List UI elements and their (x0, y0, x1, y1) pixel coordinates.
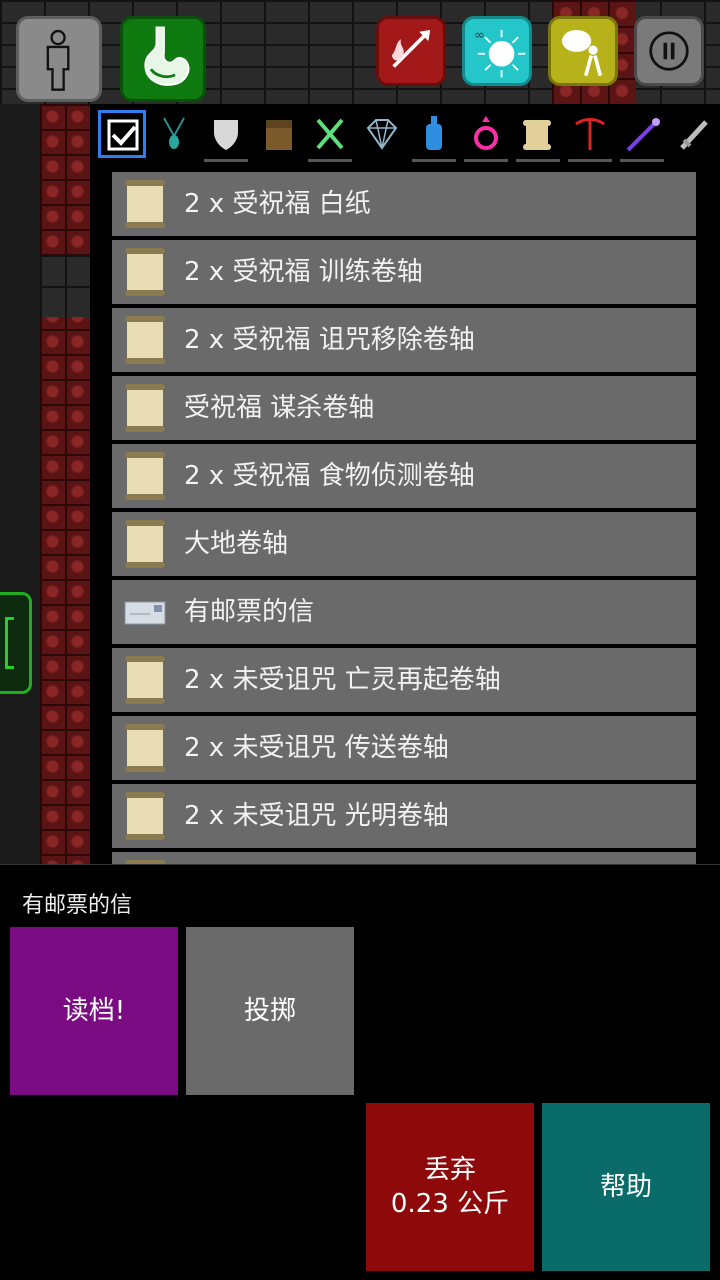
scroll-icon (125, 724, 165, 772)
side-drawer-handle[interactable] (0, 592, 32, 694)
tab-weapons[interactable] (670, 110, 718, 162)
list-item[interactable]: 受祝福 谋杀卷轴 (112, 376, 696, 440)
drop-label: 丢弃 (423, 1155, 476, 1185)
potion-icon (426, 116, 442, 150)
scroll-icon (125, 520, 165, 568)
item-label: 2 x 受祝福 诅咒移除卷轴 (184, 325, 475, 355)
letter-icon (124, 601, 166, 625)
wand-icon (626, 118, 660, 152)
tab-gems[interactable] (358, 110, 406, 162)
selected-item-title: 有邮票的信 (22, 893, 133, 918)
scroll-icon (125, 792, 165, 840)
pickaxe-icon (575, 118, 605, 150)
stomach-icon (144, 26, 190, 86)
list-item[interactable]: 2 x 受祝福 食物侦测卷轴 (112, 444, 696, 508)
tab-rings[interactable] (462, 110, 510, 162)
magic-burst-icon: ∞ (474, 28, 526, 78)
list-item[interactable]: 2 x 受祝福 训练卷轴 (112, 240, 696, 304)
tab-underline (308, 159, 352, 162)
throw-label: 投掷 (243, 996, 296, 1026)
item-label: 2 x 受祝福 训练卷轴 (184, 257, 423, 287)
list-item[interactable]: 2 x 未受诅咒 光明卷轴 (112, 784, 696, 848)
read-button[interactable]: 读档! (10, 927, 178, 1095)
filter-tabs (98, 110, 718, 166)
stone-wall (40, 255, 90, 317)
tab-underline (464, 159, 508, 162)
item-label: 2 x 受祝福 食物侦测卷轴 (184, 461, 475, 491)
tab-underline (204, 159, 248, 162)
tab-scrolls[interactable] (514, 110, 562, 162)
help-label: 帮助 (599, 1172, 652, 1202)
loot-sack-icon (561, 29, 603, 77)
item-label: 2 x 未受诅咒 传送卷轴 (184, 733, 449, 763)
item-label: 受祝福 谋杀卷轴 (184, 393, 375, 423)
list-item[interactable]: 大地卷轴 (112, 512, 696, 576)
item-label: 2 x 受祝福 白纸 (184, 189, 371, 219)
help-button[interactable]: 帮助 (542, 1103, 710, 1271)
scroll-icon (125, 452, 165, 500)
scroll-icon (125, 180, 165, 228)
gem-icon (366, 119, 398, 150)
item-action-panel: 有邮票的信 读档! 投掷 丢弃 0.23 公斤 帮助 (0, 864, 720, 1280)
read-label: 读档! (62, 996, 126, 1026)
character-button[interactable] (16, 16, 102, 102)
drop-weight: 0.23 公斤 (390, 1189, 510, 1219)
scroll-icon (125, 248, 165, 296)
tab-underline (516, 159, 560, 162)
item-label: 2 x 未受诅咒 亡灵再起卷轴 (184, 665, 501, 695)
fire-arrow-icon (391, 29, 431, 68)
scroll-icon (125, 384, 165, 432)
inventory-panel: 2 x 受祝福 白纸 2 x 受祝福 训练卷轴 2 x 受祝福 诅咒移除卷轴 受… (90, 104, 720, 864)
tab-all[interactable] (98, 110, 146, 158)
throw-button[interactable]: 投掷 (186, 927, 354, 1095)
ring-icon (474, 116, 498, 150)
scroll-icon (523, 120, 551, 150)
list-item[interactable]: 2 x 未受诅咒 传送卷轴 (112, 716, 696, 780)
brick-wall (40, 104, 90, 870)
item-label: 2 x 未受诅咒 光明卷轴 (184, 801, 449, 831)
tab-amulets[interactable] (150, 110, 198, 162)
food-button[interactable] (120, 16, 206, 102)
scroll-icon (125, 656, 165, 704)
character-silhouette-icon (46, 29, 70, 91)
fork-knife-icon (316, 118, 344, 150)
combat-button[interactable] (376, 16, 446, 86)
dark-floor (0, 104, 40, 870)
pause-button[interactable] (634, 16, 704, 86)
tab-wands[interactable] (618, 110, 666, 162)
magic-button[interactable]: ∞ (462, 16, 532, 86)
loot-button[interactable] (548, 16, 618, 86)
svg-text:∞: ∞ (474, 28, 485, 43)
tab-tools[interactable] (566, 110, 614, 162)
item-label: 大地卷轴 (184, 529, 289, 559)
list-item[interactable]: 有邮票的信 (112, 580, 696, 644)
tab-underline (412, 159, 456, 162)
tab-potions[interactable] (410, 110, 458, 162)
tab-armor[interactable] (202, 110, 250, 162)
sword-icon (680, 120, 708, 150)
shield-icon (214, 120, 238, 150)
tab-food[interactable] (306, 110, 354, 162)
list-item[interactable]: 2 x 受祝福 白纸 (112, 172, 696, 236)
tab-underline (568, 159, 612, 162)
scroll-icon (125, 316, 165, 364)
list-item[interactable]: 2 x 未受诅咒 亡灵再起卷轴 (112, 648, 696, 712)
tab-underline (620, 159, 664, 162)
amulet-icon (163, 117, 185, 149)
list-item[interactable] (112, 852, 696, 864)
drop-button[interactable]: 丢弃 0.23 公斤 (366, 1103, 534, 1271)
box-icon (266, 120, 292, 150)
tab-containers[interactable] (254, 110, 302, 162)
item-label: 有邮票的信 (184, 597, 315, 627)
pause-icon (649, 31, 689, 71)
game-screen: ∞ 2 x 受祝福 白纸 2 x 受祝福 训练卷轴 2 x 受祝福 诅咒移除卷轴… (0, 0, 720, 1280)
check-all-icon (107, 119, 139, 151)
list-item[interactable]: 2 x 受祝福 诅咒移除卷轴 (112, 308, 696, 372)
